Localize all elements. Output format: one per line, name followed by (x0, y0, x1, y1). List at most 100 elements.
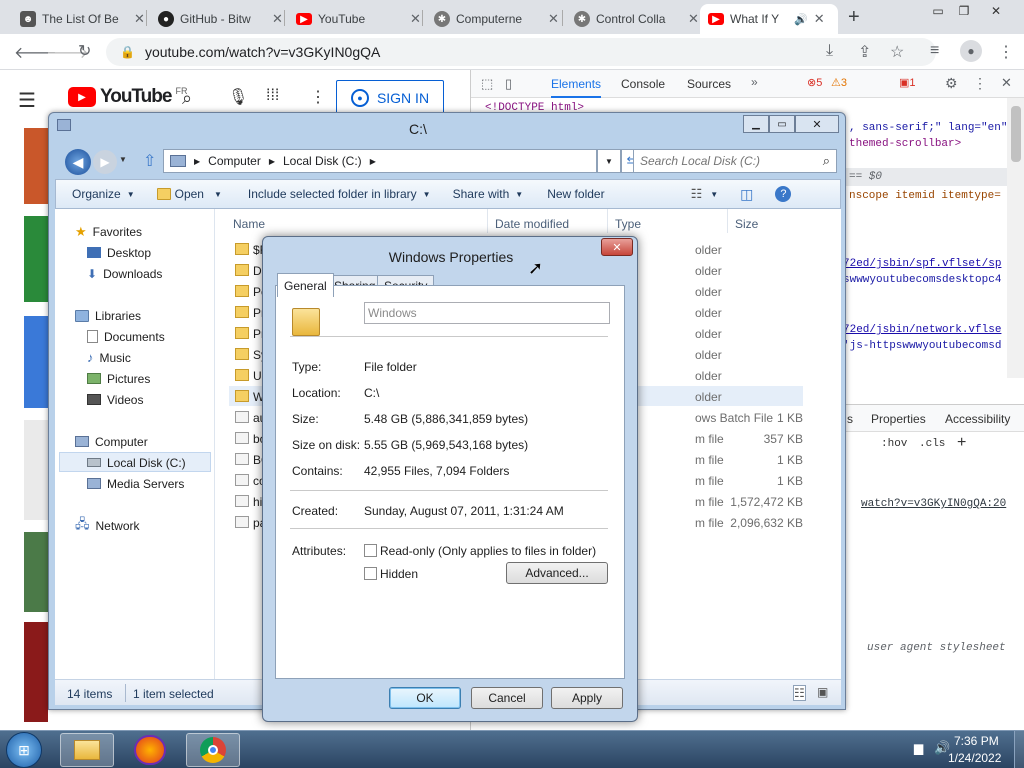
advanced-button[interactable]: Advanced... (506, 562, 608, 584)
include-in-library-button[interactable]: Include selected folder in library (248, 187, 417, 201)
issues-count[interactable]: ▣1 (899, 76, 916, 89)
ok-button[interactable]: OK (389, 687, 461, 709)
nav-libraries[interactable]: Libraries (75, 305, 141, 326)
nav-local-disk[interactable]: Local Disk (C:) (87, 452, 186, 473)
maximize-button[interactable]: ❐ (950, 0, 978, 22)
devtools-tab-console[interactable]: Console (621, 77, 665, 91)
code-line[interactable]: swwwyoutubecomsdesktopc4 (843, 274, 1001, 286)
large-icons-view-icon[interactable]: ▣ (817, 685, 828, 699)
nav-media-servers[interactable]: Media Servers (87, 473, 184, 494)
column-header-name[interactable]: Name (233, 217, 265, 231)
class-toggle[interactable]: .cls (919, 438, 945, 450)
breadcrumb-computer[interactable]: Computer (208, 154, 261, 168)
share-icon[interactable]: ⇪ (858, 42, 871, 62)
up-folder-icon[interactable]: ⇧ (143, 151, 156, 171)
share-with-button[interactable]: Share with (453, 187, 510, 201)
clock-time[interactable]: 7:36 PM (954, 734, 999, 748)
code-line[interactable]: 'js-httpswwwyoutubecomsd (843, 340, 1001, 352)
code-link[interactable]: 72ed/jsbin/spf.vflset/sp (843, 258, 1001, 270)
youtube-logo[interactable]: ▶ YouTube FR (68, 86, 187, 108)
apps-grid-icon[interactable]: ⁞⁞⁞ (266, 87, 279, 105)
taskbar-explorer-button[interactable] (60, 733, 114, 767)
thumbnail[interactable] (24, 420, 48, 520)
more-tabs-icon[interactable]: » (751, 75, 758, 89)
column-header-size[interactable]: Size (735, 217, 758, 231)
star-icon[interactable]: ☆ (890, 42, 904, 62)
tab-computernewb[interactable]: ✱ Computerne ✕ (426, 4, 567, 34)
network-tray-icon[interactable]: ▆ (914, 741, 923, 755)
search-icon[interactable]: ⌕ (182, 88, 192, 109)
firefox-icon[interactable] (134, 735, 166, 765)
minimize-button[interactable]: ▭ (924, 0, 952, 22)
column-header-type[interactable]: Type (615, 217, 641, 231)
minimize-button[interactable]: ▁ (743, 115, 769, 133)
subtab-properties[interactable]: Properties (871, 412, 926, 426)
taskbar-chrome-button[interactable] (186, 733, 240, 767)
warning-count[interactable]: ⚠3 (831, 76, 847, 89)
subtab-accessibility[interactable]: Accessibility (945, 412, 1010, 426)
code-line[interactable]: , sans-serif;" lang="en" (849, 122, 1007, 134)
hamburger-menu-icon[interactable]: ☰ (18, 88, 36, 113)
hidden-checkbox[interactable] (364, 567, 377, 580)
microphone-icon[interactable]: 🎙 (228, 87, 248, 107)
address-bar[interactable]: ▶ Computer ▶ Local Disk (C:) ▶ (163, 149, 597, 173)
profile-avatar[interactable]: ● (960, 40, 982, 62)
devtools-tab-sources[interactable]: Sources (687, 77, 731, 91)
forward-arrow-icon[interactable]: ▶ (93, 150, 117, 174)
kebab-menu-icon[interactable]: ⋮ (310, 87, 326, 107)
thumbnail[interactable] (24, 216, 48, 302)
new-folder-button[interactable]: New folder (547, 187, 604, 201)
thumbnail[interactable] (24, 316, 48, 408)
tab-list-of-best[interactable]: ☻ The List Of Be ✕ (12, 4, 153, 34)
code-line[interactable]: nscope itemid itemtype= (849, 190, 1001, 202)
style-source-link[interactable]: watch?v=v3GKyIN0gQA:20 (861, 498, 1006, 510)
help-icon[interactable]: ? (775, 186, 792, 202)
nav-network[interactable]: 🖧 Network (75, 515, 140, 536)
sign-in-button[interactable]: ● SIGN IN (336, 80, 444, 116)
close-dialog-button[interactable]: ✕ (601, 238, 633, 256)
close-window-button[interactable]: ✕ (982, 0, 1010, 22)
preview-pane-icon[interactable]: ◫ (740, 186, 753, 203)
close-tab-icon[interactable]: ✕ (688, 11, 699, 27)
address-dropdown-icon[interactable]: ▼ (597, 149, 621, 173)
code-link[interactable]: 72ed/jsbin/network.vflse (843, 324, 1001, 336)
tab-control-collab[interactable]: ✱ Control Colla ✕ (566, 4, 707, 34)
error-count[interactable]: ⊗5 (807, 76, 822, 89)
address-bar[interactable]: 🔒 youtube.com/watch?v=v3GKyIN0gQA (106, 38, 936, 66)
close-tab-icon[interactable]: ✕ (410, 11, 421, 27)
close-tab-icon[interactable]: ✕ (134, 11, 145, 27)
code-line[interactable]: themed-scrollbar> (849, 138, 961, 150)
view-options-icon[interactable]: ☷ (691, 186, 703, 202)
thumbnail[interactable] (24, 532, 48, 612)
back-arrow-icon[interactable]: ◀ (65, 149, 91, 175)
kebab-menu-icon[interactable]: ⋮ (998, 42, 1014, 62)
close-window-button[interactable]: ✕ (795, 115, 839, 133)
thumbnail[interactable] (24, 622, 48, 722)
code-line[interactable]: == $0 (849, 171, 882, 183)
reload-icon[interactable]: ↻ (78, 41, 91, 61)
nav-desktop[interactable]: Desktop (87, 242, 151, 263)
gear-icon[interactable]: ⚙ (945, 75, 958, 92)
close-tab-icon[interactable]: ✕ (272, 11, 283, 27)
thumbnail[interactable] (24, 128, 48, 204)
media-control-icon[interactable]: ≡ (930, 42, 939, 60)
clock-date[interactable]: 1/24/2022 (948, 751, 1001, 765)
close-tab-icon[interactable]: ✕ (814, 11, 825, 27)
device-toggle-icon[interactable]: ▯ (505, 76, 512, 92)
install-icon[interactable]: ⤓ (826, 42, 833, 60)
apply-button[interactable]: Apply (551, 687, 623, 709)
recent-pages-chevron-icon[interactable]: ▼ (119, 155, 127, 164)
kebab-menu-icon[interactable]: ⋮ (973, 75, 987, 92)
breadcrumb-local-disk[interactable]: Local Disk (C:) (283, 154, 362, 168)
inspect-icon[interactable]: ⬚ (481, 76, 493, 92)
tab-active-what-if[interactable]: ▶ What If Y 🔊 ✕ (700, 4, 838, 34)
folder-name-field[interactable] (364, 302, 610, 324)
nav-music[interactable]: ♪ Music (87, 347, 131, 368)
open-button[interactable]: Open ▼ (156, 187, 222, 201)
nav-downloads[interactable]: ⬇ Downloads (87, 263, 162, 284)
new-style-rule-button[interactable]: + (957, 434, 966, 452)
close-tab-icon[interactable]: ✕ (548, 11, 559, 27)
close-devtools-icon[interactable]: ✕ (1001, 75, 1012, 91)
details-view-icon[interactable]: ☷ (793, 685, 806, 701)
nav-videos[interactable]: Videos (87, 389, 143, 410)
